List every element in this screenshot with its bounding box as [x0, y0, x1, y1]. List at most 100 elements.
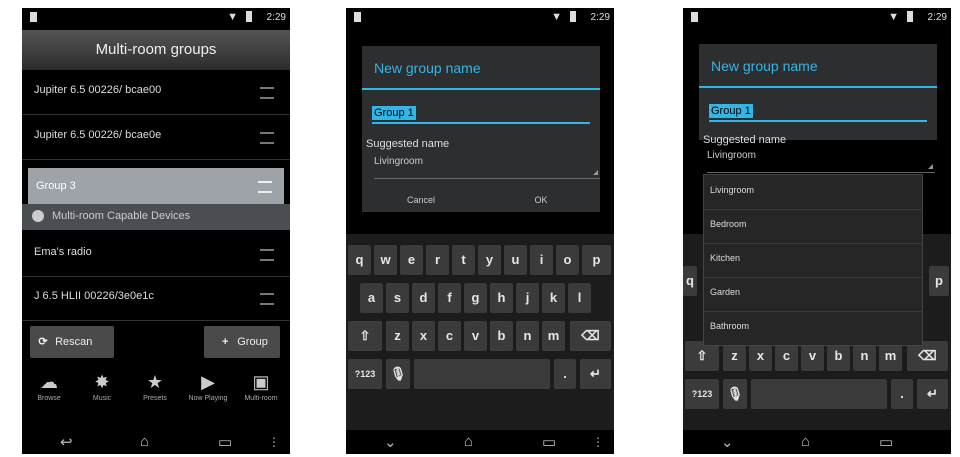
wifi-icon: ▼ [227, 11, 238, 23]
key[interactable]: p [929, 266, 949, 296]
spacebar-key[interactable] [751, 379, 887, 409]
cancel-button[interactable]: Cancel [362, 188, 480, 212]
wifi-icon: ▼ [551, 11, 562, 23]
key[interactable]: o [556, 245, 579, 275]
key[interactable]: j [516, 283, 539, 313]
back-down-icon[interactable]: ⌄ [384, 433, 397, 451]
period-key[interactable]: . [891, 379, 913, 409]
page-title: Multi-room groups [22, 30, 290, 70]
key[interactable]: d [412, 283, 435, 313]
drag-handle-icon[interactable] [260, 87, 274, 99]
key[interactable]: h [490, 283, 513, 313]
back-down-icon[interactable]: ⌄ [721, 433, 734, 451]
tab-multi-room[interactable]: ▣ Multi-room [236, 370, 286, 403]
drag-handle-icon[interactable] [260, 293, 274, 305]
ok-button[interactable]: OK [482, 188, 600, 212]
drag-handle-icon[interactable] [260, 132, 274, 144]
dropdown-option-livingroom[interactable]: Livingroom [704, 175, 922, 210]
home-icon[interactable]: ⌂ [801, 433, 810, 450]
key[interactable]: v [464, 321, 487, 351]
group-name-input[interactable]: Group 1 [372, 98, 590, 124]
tab-browse[interactable]: ☁ Browse [24, 370, 74, 403]
tab-music[interactable]: ✸ Music [77, 370, 127, 403]
microphone-key-icon[interactable]: 🎙 [723, 379, 747, 409]
microphone-key-icon[interactable]: 🎙 [386, 359, 410, 389]
status-time: 2:29 [927, 12, 947, 23]
keyboard-row-1: q w e r t y u i o p [346, 242, 614, 278]
spacebar-key[interactable] [414, 359, 550, 389]
group-name-input[interactable]: Group 1 [709, 96, 927, 122]
key[interactable]: n [516, 321, 539, 351]
drag-handle-icon[interactable] [260, 249, 274, 261]
device-label: Ema's radio [34, 246, 92, 258]
key[interactable]: x [412, 321, 435, 351]
key[interactable]: g [464, 283, 487, 313]
key[interactable]: t [452, 245, 475, 275]
phone-screen-new-group-dialog: ▼ 2:29 New group name Group 1 Suggested … [346, 8, 614, 454]
key[interactable]: r [426, 245, 449, 275]
suggested-name-spinner[interactable]: Livingroom [374, 156, 600, 179]
tab-presets[interactable]: ★ Presets [130, 370, 180, 403]
option-label: Kitchen [710, 253, 741, 263]
dragged-group-row[interactable]: Group 3 [28, 168, 284, 204]
wifi-device-icon [32, 210, 44, 222]
key[interactable]: u [504, 245, 527, 275]
recent-apps-icon[interactable]: ▭ [218, 433, 232, 451]
menu-icon[interactable]: ⋮ [592, 435, 604, 449]
menu-icon[interactable]: ⋮ [268, 435, 280, 449]
tab-label: Multi-room [244, 395, 278, 402]
suggested-name-spinner[interactable]: Livingroom [707, 150, 935, 173]
home-icon[interactable]: ⌂ [464, 433, 473, 450]
device-row[interactable]: J 6.5 HLII 00226/3e0e1c [22, 276, 290, 321]
enter-key-icon[interactable]: ↵ [917, 379, 948, 409]
music-icon: ✸ [94, 372, 110, 392]
key[interactable]: m [542, 321, 565, 351]
group-row[interactable]: Jupiter 6.5 00226/ bcae00 [22, 70, 290, 115]
group-row[interactable]: Jupiter 6.5 00226/ bcae0e [22, 115, 290, 160]
add-group-button[interactable]: + Group [204, 326, 280, 358]
status-bar: ▼ 2:29 [22, 8, 290, 28]
key[interactable]: q [348, 245, 371, 275]
device-row[interactable]: Ema's radio [22, 232, 290, 277]
battery-icon [570, 11, 576, 22]
key[interactable]: q [683, 266, 697, 296]
group-label: Jupiter 6.5 00226/ bcae0e [34, 129, 162, 141]
recent-apps-icon[interactable]: ▭ [542, 433, 556, 451]
tab-now-playing[interactable]: ▶ Now Playing [183, 370, 233, 403]
home-icon[interactable]: ⌂ [140, 433, 149, 450]
tab-label: Now Playing [188, 395, 228, 402]
drag-handle-icon[interactable] [258, 181, 272, 193]
dropdown-option-garden[interactable]: Garden [704, 277, 922, 312]
key[interactable]: k [542, 283, 565, 313]
key[interactable]: s [386, 283, 409, 313]
key[interactable]: i [530, 245, 553, 275]
symbols-key[interactable]: ?123 [685, 379, 719, 409]
key[interactable]: c [438, 321, 461, 351]
key[interactable]: y [478, 245, 501, 275]
dropdown-option-bathroom[interactable]: Bathroom [704, 311, 922, 345]
key[interactable]: f [438, 283, 461, 313]
dropdown-option-kitchen[interactable]: Kitchen [704, 243, 922, 278]
symbols-key[interactable]: ?123 [348, 359, 382, 389]
battery-icon [907, 11, 913, 22]
capable-devices-label: Multi-room Capable Devices [52, 210, 191, 222]
key[interactable]: z [386, 321, 409, 351]
key[interactable]: e [400, 245, 423, 275]
nav-bar: ↩ ⌂ ▭ ⋮ [22, 430, 290, 454]
dropdown-option-bedroom[interactable]: Bedroom [704, 209, 922, 244]
status-time: 2:29 [266, 12, 286, 23]
shift-key-icon[interactable]: ⇧ [348, 321, 382, 351]
key[interactable]: p [582, 245, 611, 275]
period-key[interactable]: . [554, 359, 576, 389]
key[interactable]: l [568, 283, 591, 313]
option-label: Bathroom [710, 321, 750, 331]
enter-key-icon[interactable]: ↵ [580, 359, 611, 389]
key[interactable]: b [490, 321, 513, 351]
wifi-icon: ▼ [888, 11, 899, 23]
backspace-key-icon[interactable]: ⌫ [570, 321, 611, 351]
key[interactable]: w [374, 245, 397, 275]
back-icon[interactable]: ↩ [60, 433, 73, 451]
recent-apps-icon[interactable]: ▭ [879, 433, 893, 451]
key[interactable]: a [360, 283, 383, 313]
rescan-button[interactable]: ⟳ Rescan [30, 326, 114, 358]
